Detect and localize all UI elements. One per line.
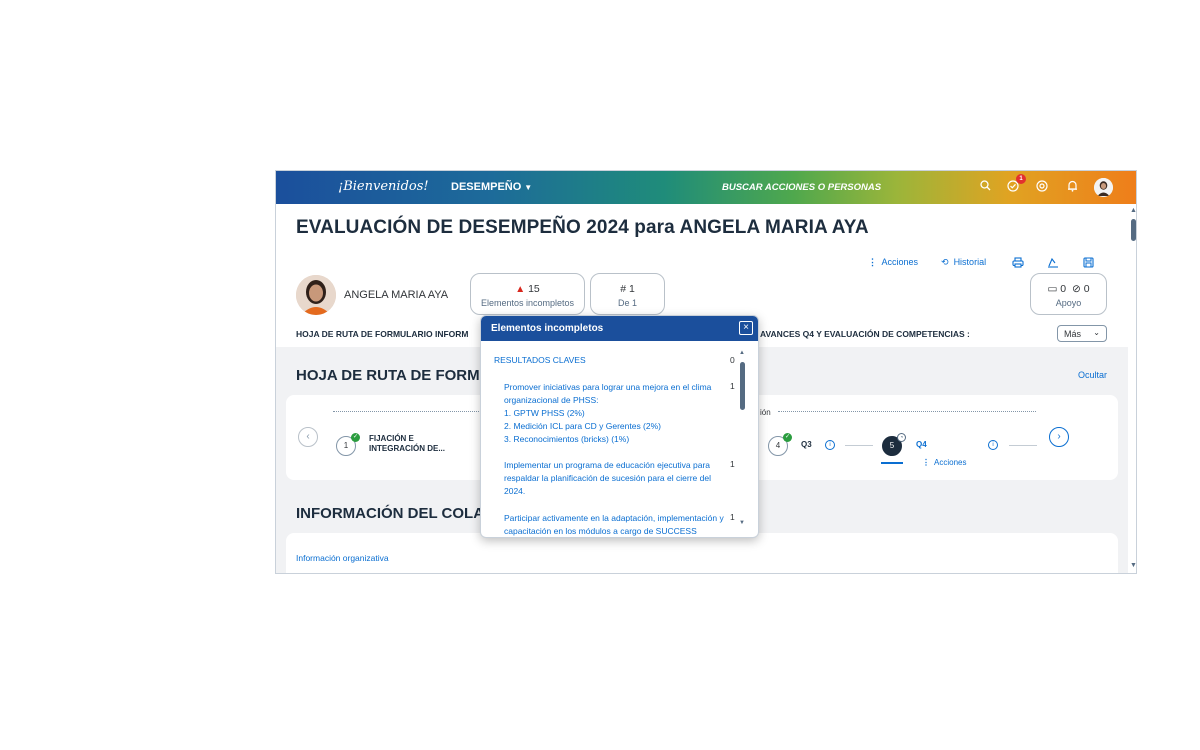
popover-header: Elementos incompletos × xyxy=(481,316,758,341)
scroll-down-icon[interactable]: ▼ xyxy=(739,520,745,526)
section-nav-left[interactable]: HOJA DE RUTA DE FORMULARIO INFORM xyxy=(296,329,469,339)
signature-icon xyxy=(1048,257,1058,268)
scroll-down-icon[interactable]: ▼ xyxy=(1130,562,1136,569)
employee-info-section-title: INFORMACIÓN DEL COLA xyxy=(296,505,485,522)
page-counter-card[interactable]: # 1 De 1 xyxy=(590,273,665,315)
incomplete-count: 15 xyxy=(528,283,540,295)
print-icon xyxy=(1012,257,1024,268)
step-1-label-line-b: INTEGRACIÓN DE... xyxy=(369,444,446,453)
check-icon: ✓ xyxy=(351,433,360,442)
help-icon[interactable] xyxy=(1035,180,1049,194)
comment-icon: ▭ xyxy=(1047,283,1058,295)
user-avatar[interactable] xyxy=(1094,178,1113,197)
page-title: EVALUACIÓN DE DESEMPEÑO 2024 para ANGELA… xyxy=(296,217,869,238)
step-connector xyxy=(845,445,873,446)
attachment-count: 0 xyxy=(1083,283,1090,295)
info-icon[interactable]: i xyxy=(825,440,835,450)
item-count: 1 xyxy=(730,512,735,522)
chevron-down-icon: ⌄ xyxy=(1093,328,1100,337)
info-icon[interactable]: i xyxy=(988,440,998,450)
page-scrollbar[interactable]: ▲ ▼ xyxy=(1128,204,1136,573)
sub-item: 1. GPTW PHSS (2%) xyxy=(504,408,585,418)
more-vertical-icon: ⋮ xyxy=(922,458,930,467)
popover-scrollbar[interactable]: ▲ ▼ xyxy=(739,350,745,535)
page-count: 1 xyxy=(628,283,635,295)
step-4-label[interactable]: Q3 xyxy=(801,440,812,450)
search-field[interactable]: BUSCAR ACCIONES O PERSONAS xyxy=(722,182,881,193)
scrollbar-thumb[interactable] xyxy=(740,362,745,410)
hide-link[interactable]: Ocultar xyxy=(1078,370,1107,380)
scroll-up-icon[interactable]: ▲ xyxy=(1130,207,1136,214)
sub-item: 3. Reconocimientos (bricks) (1%) xyxy=(504,434,630,444)
person-photo xyxy=(296,275,336,315)
section-nav-right[interactable]: AVANCES Q4 Y EVALUACIÓN DE COMPETENCIAS … xyxy=(760,329,970,339)
item-count: 1 xyxy=(730,459,735,469)
list-item[interactable]: Promover iniciativas para lograr una mej… xyxy=(504,381,724,446)
warning-icon: ▲ xyxy=(515,284,526,295)
step-1-label-line-a: FIJACIÓN E xyxy=(369,434,414,443)
org-info-link[interactable]: Información organizativa xyxy=(296,553,389,563)
sub-item: 2. Medición ICL para CD y Gerentes (2%) xyxy=(504,421,661,431)
history-label: Historial xyxy=(953,257,987,267)
scroll-up-icon[interactable]: ▲ xyxy=(739,350,745,356)
item-count: 1 xyxy=(730,381,735,391)
person-name: ANGELA MARIA AYA xyxy=(344,289,449,301)
group-label[interactable]: RESULTADOS CLAVES xyxy=(494,355,586,365)
check-icon: ✓ xyxy=(783,433,792,442)
roadmap-next-button[interactable]: › xyxy=(1049,427,1069,447)
step-5-label[interactable]: Q4 xyxy=(916,440,927,450)
history-button[interactable]: ⟲ Historial xyxy=(941,257,986,268)
notification-badge: 1 xyxy=(1016,174,1026,184)
roadmap-dotted-line xyxy=(333,411,483,412)
step-connector xyxy=(1009,445,1037,446)
bell-icon[interactable] xyxy=(1065,180,1079,194)
step-actions-label: Acciones xyxy=(934,458,967,467)
active-step-underline xyxy=(881,462,903,464)
save-icon xyxy=(1083,257,1094,268)
save-button[interactable] xyxy=(1083,257,1094,270)
search-icon[interactable] xyxy=(978,180,992,194)
support-label: Apoyo xyxy=(1055,298,1082,308)
list-item[interactable]: Participar activamente en la adaptación,… xyxy=(504,512,724,537)
group-count: 0 xyxy=(730,355,735,365)
incomplete-items-popover: Elementos incompletos × RESULTADOS CLAVE… xyxy=(480,315,759,538)
roadmap-section-title: HOJA DE RUTA DE FORM xyxy=(296,367,480,384)
incomplete-items-list: RESULTADOS CLAVES 0 Promover iniciativas… xyxy=(481,341,758,537)
sign-button[interactable] xyxy=(1047,257,1059,270)
company-logo[interactable]: ¡Bienvenidos! xyxy=(338,179,429,194)
module-label: DESEMPEÑO xyxy=(451,181,522,193)
scrollbar-thumb[interactable] xyxy=(1131,219,1136,241)
chevron-down-icon: ▼ xyxy=(524,183,533,192)
item-text: Promover iniciativas para lograr una mej… xyxy=(504,382,712,405)
page-of-label: De 1 xyxy=(617,298,637,308)
actions-label: Acciones xyxy=(881,257,919,267)
more-label: Más xyxy=(1064,329,1082,339)
shell-bar: ¡Bienvenidos! DESEMPEÑO ▼ BUSCAR ACCIONES… xyxy=(276,171,1136,204)
step-1-label[interactable]: FIJACIÓN E INTEGRACIÓN DE... xyxy=(369,434,445,454)
print-button[interactable] xyxy=(1012,257,1024,270)
employee-info-card xyxy=(286,533,1118,573)
more-select[interactable]: Más ⌄ xyxy=(1057,325,1107,342)
popover-title: Elementos incompletos xyxy=(491,323,604,334)
incomplete-label: Elementos incompletos xyxy=(480,298,575,308)
roadmap-dotted-line xyxy=(778,411,1036,412)
roadmap-prev-button[interactable]: ‹ xyxy=(298,427,318,447)
support-card[interactable]: ▭ 0 ⊘ 0 Apoyo xyxy=(1030,273,1107,315)
actions-button[interactable]: ⋮ Acciones xyxy=(868,257,918,268)
list-item[interactable]: Implementar un programa de educación eje… xyxy=(504,459,724,498)
module-menu[interactable]: DESEMPEÑO ▼ xyxy=(451,181,532,193)
close-icon[interactable]: × xyxy=(739,321,753,335)
history-icon: ⟲ xyxy=(941,257,949,267)
more-vertical-icon: ⋮ xyxy=(868,257,877,267)
incomplete-items-card[interactable]: ▲ 15 Elementos incompletos xyxy=(470,273,585,315)
clock-icon: ◔ xyxy=(897,433,906,442)
attachment-icon: ⊘ xyxy=(1071,283,1081,295)
roadmap-stage-label: ión xyxy=(760,408,771,417)
hash-icon: # xyxy=(620,283,627,295)
comment-count: 0 xyxy=(1060,283,1067,295)
step-actions-button[interactable]: ⋮ Acciones xyxy=(922,458,966,468)
